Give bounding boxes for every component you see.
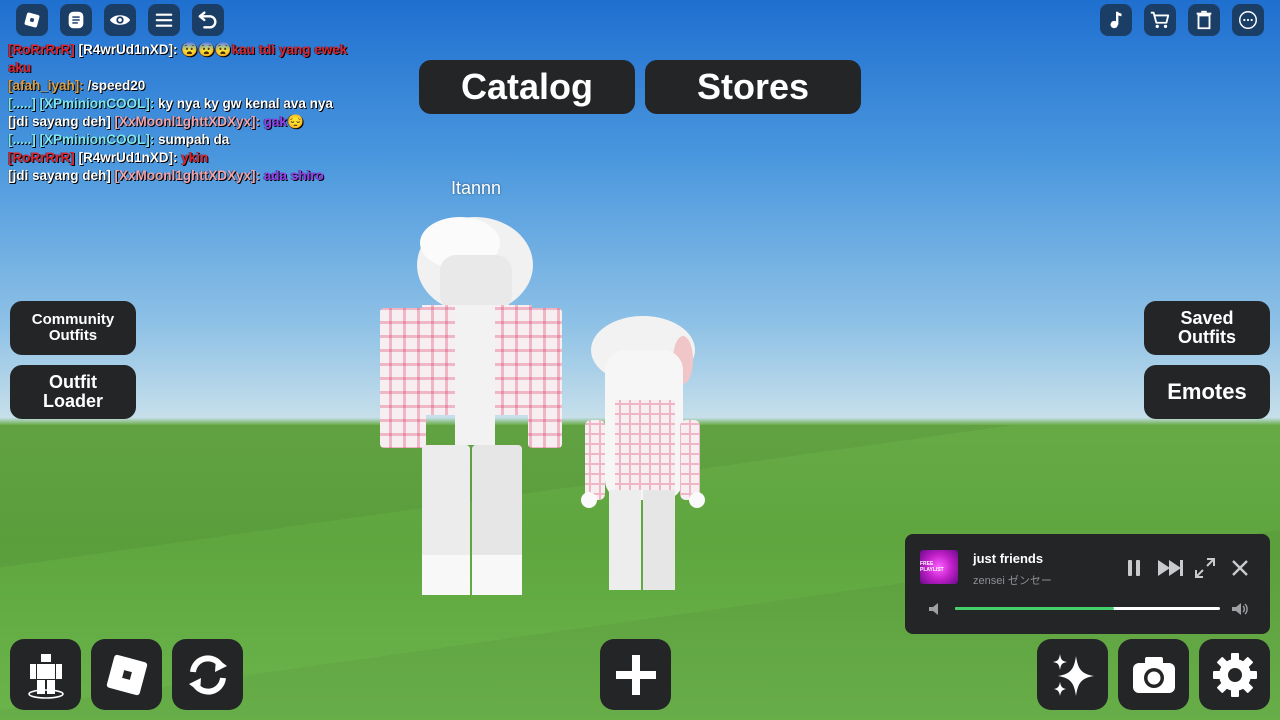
chat-tag: [jdi sayang deh]	[8, 114, 115, 129]
chat-tag: [afah_iyah]:	[8, 78, 88, 93]
chat-username: [XxMoonl1ghttXDXyx]:	[114, 114, 264, 129]
chat-tag: [RoRrRrR]	[8, 42, 79, 57]
chat-message: [RoRrRrR] [R4wrUd1nXD]: 😨😨😨kau tdi yang …	[8, 41, 363, 77]
chat-text: sumpah da	[157, 132, 230, 147]
catalog-button[interactable]: Catalog	[419, 60, 635, 114]
chat-tag: [.....] [XPminionCOOL]:	[8, 132, 158, 147]
album-cover-text: FREE PLAYLIST	[920, 561, 944, 573]
camera-button[interactable]	[1118, 639, 1189, 710]
hamburger-icon[interactable]	[148, 4, 180, 36]
volume-slider-fill	[955, 607, 1114, 610]
music-note-icon[interactable]	[1100, 4, 1132, 36]
chat-message: [.....] [XPminionCOOL]: ky nya ky gw ken…	[8, 95, 363, 113]
camera-icon	[1132, 656, 1175, 693]
refresh-button[interactable]	[172, 639, 243, 710]
close-icon[interactable]	[1228, 556, 1252, 580]
trash-icon[interactable]	[1188, 4, 1220, 36]
chat-tag: [jdi sayang deh]	[8, 168, 115, 183]
volume-low-icon[interactable]	[927, 600, 945, 618]
chat-text: ky nya ky gw kenal ava nya	[157, 96, 333, 111]
emotes-button[interactable]: Emotes	[1144, 365, 1270, 419]
plus-icon	[615, 654, 656, 695]
stores-button[interactable]: Stores	[645, 60, 861, 114]
chat-text: /speed20	[87, 78, 146, 93]
chat-username: [R4wrUd1nXD]:	[78, 150, 182, 165]
roblox-logo-icon	[106, 654, 147, 695]
chat-message: [.....] [XPminionCOOL]: sumpah da	[8, 131, 363, 149]
eye-icon[interactable]	[104, 4, 136, 36]
more-icon[interactable]	[1232, 4, 1264, 36]
saved-outfits-button[interactable]: Saved Outfits	[1144, 301, 1270, 355]
chat-icon[interactable]	[60, 4, 92, 36]
chat-message: [jdi sayang deh] [XxMoonl1ghttXDXyx]: ga…	[8, 113, 363, 131]
album-cover: FREE PLAYLIST	[920, 550, 958, 584]
skip-forward-icon[interactable]	[1156, 556, 1184, 580]
track-artist: zensei ゼンセー	[973, 575, 1052, 587]
chat-log: [RoRrRrR] [R4wrUd1nXD]: 😨😨😨kau tdi yang …	[8, 41, 363, 185]
refresh-icon	[188, 654, 227, 695]
chat-message: [jdi sayang deh] [XxMoonl1ghttXDXyx]: ad…	[8, 167, 363, 185]
cart-icon[interactable]	[1144, 4, 1176, 36]
music-player: FREE PLAYLIST just friends zensei ゼンセー	[905, 534, 1270, 634]
volume-high-icon[interactable]	[1231, 600, 1249, 618]
companion-avatar	[581, 316, 705, 590]
chat-username: [R4wrUd1nXD]:	[78, 42, 182, 57]
roblox-logo-button[interactable]	[91, 639, 162, 710]
sparkle-icon	[1052, 653, 1094, 696]
chat-tag: [RoRrRrR]	[8, 150, 79, 165]
chat-username: [XxMoonl1ghttXDXyx]:	[114, 168, 264, 183]
chat-text: ada shiro	[263, 168, 324, 183]
player-nametag: Itannn	[450, 178, 502, 198]
settings-icon	[1212, 652, 1257, 697]
undo-icon[interactable]	[192, 4, 224, 36]
roblox-menu-icon[interactable]	[16, 4, 48, 36]
pause-icon[interactable]	[1122, 556, 1146, 580]
chat-text: gak😔	[263, 114, 304, 129]
track-title: just friends	[973, 551, 1044, 566]
avatar-editor-button[interactable]	[10, 639, 81, 710]
chat-message: [afah_iyah]: /speed20	[8, 77, 363, 95]
player-avatar[interactable]	[370, 205, 570, 600]
volume-slider[interactable]	[955, 607, 1220, 610]
expand-icon[interactable]	[1193, 556, 1217, 580]
chat-tag: [.....] [XPminionCOOL]:	[8, 96, 158, 111]
avatar-editor-icon	[27, 653, 64, 699]
effects-button[interactable]	[1037, 639, 1108, 710]
chat-message: [RoRrRrR] [R4wrUd1nXD]: ykin	[8, 149, 363, 167]
outfit-loader-button[interactable]: Outfit Loader	[10, 365, 136, 419]
add-button[interactable]	[600, 639, 671, 710]
settings-button[interactable]	[1199, 639, 1270, 710]
chat-text: ykin	[181, 150, 209, 165]
community-outfits-button[interactable]: Community Outfits	[10, 301, 136, 355]
